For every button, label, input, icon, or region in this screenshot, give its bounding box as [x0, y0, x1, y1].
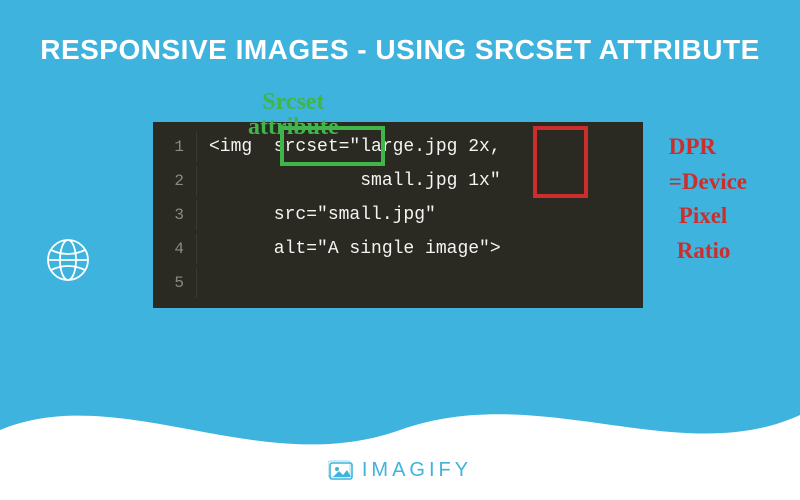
imagify-logo-icon — [328, 460, 356, 482]
code-line: 2 small.jpg 1x" — [153, 164, 643, 198]
dpr-annotation-label: DPR =Device Pixel Ratio — [669, 130, 747, 268]
code-example-container: Srcset attribute DPR =Device Pixel Ratio… — [153, 122, 643, 308]
page-title: RESPONSIVE IMAGES - USING SRCSET ATTRIBU… — [0, 0, 800, 66]
brand-footer: IMAGIFY — [0, 459, 800, 482]
line-number: 5 — [153, 268, 197, 298]
globe-icon — [46, 238, 90, 287]
srcset-annotation-label: Srcset attribute — [248, 90, 339, 140]
code-line: 4 alt="A single image"> — [153, 232, 643, 266]
line-number: 2 — [153, 166, 197, 196]
code-line: 5 — [153, 266, 643, 300]
code-text: small.jpg 1x" — [209, 166, 501, 196]
code-editor: 1 <img srcset="large.jpg 2x, 2 small.jpg… — [153, 122, 643, 308]
brand-name: IMAGIFY — [362, 459, 472, 482]
line-number: 4 — [153, 234, 197, 264]
code-line: 1 <img srcset="large.jpg 2x, — [153, 130, 643, 164]
line-number: 1 — [153, 132, 197, 162]
code-line: 3 src="small.jpg" — [153, 198, 643, 232]
code-text: src="small.jpg" — [209, 200, 436, 230]
code-text: alt="A single image"> — [209, 234, 501, 264]
line-number: 3 — [153, 200, 197, 230]
